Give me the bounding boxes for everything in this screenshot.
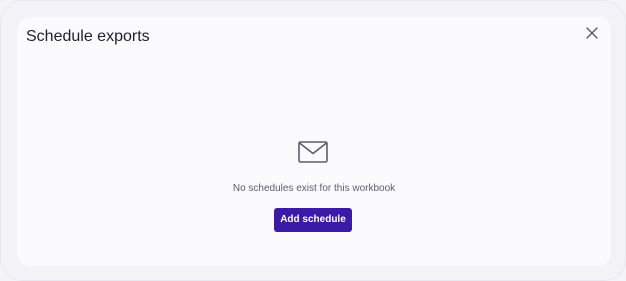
empty-state-message: No schedules exist for this workbook xyxy=(232,183,396,194)
close-button[interactable] xyxy=(585,26,599,40)
mail-icon xyxy=(298,141,328,163)
close-icon xyxy=(586,27,598,39)
dialog-title: Schedule exports xyxy=(26,28,150,45)
add-schedule-button[interactable]: Add schedule xyxy=(274,208,352,232)
schedule-exports-dialog: Schedule exports No schedules exist for … xyxy=(17,17,611,266)
modal-backdrop: Schedule exports No schedules exist for … xyxy=(0,0,626,281)
